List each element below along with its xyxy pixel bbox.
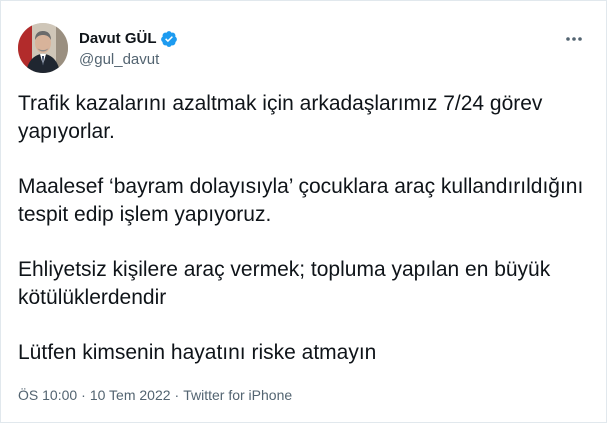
tweet-time[interactable]: ÖS 10:00 bbox=[18, 387, 77, 403]
user-avatar-icon bbox=[18, 23, 68, 73]
tweet-paragraph: Maalesef ‘bayram dolayısıyla’ çocuklara … bbox=[18, 175, 584, 226]
tweet-paragraph: Lütfen kimsenin hayatını riske atmayın bbox=[18, 341, 377, 364]
name-row: Davut GÜL bbox=[79, 29, 178, 49]
tweet-header: Davut GÜL @gul_davut bbox=[18, 23, 590, 75]
user-name-block: Davut GÜL @gul_davut bbox=[79, 29, 178, 70]
tweet-metadata: ÖS 10:00 · 10 Tem 2022 · Twitter for iPhone bbox=[18, 385, 292, 405]
more-options-icon[interactable] bbox=[562, 29, 586, 49]
user-handle[interactable]: @gul_davut bbox=[79, 50, 178, 70]
meta-separator: · bbox=[174, 387, 180, 403]
tweet-card: Davut GÜL @gul_davut Trafik kazalarını a… bbox=[0, 0, 607, 423]
tweet-paragraph: Ehliyetsiz kişilere araç vermek; topluma… bbox=[18, 258, 551, 309]
tweet-date[interactable]: 10 Tem 2022 bbox=[90, 387, 171, 403]
tweet-source[interactable]: Twitter for iPhone bbox=[183, 387, 292, 403]
avatar[interactable] bbox=[18, 23, 68, 73]
tweet-paragraph: Trafik kazalarını azaltmak için arkadaşl… bbox=[18, 92, 543, 143]
display-name[interactable]: Davut GÜL bbox=[79, 29, 157, 49]
tweet-text: Trafik kazalarını azaltmak için arkadaşl… bbox=[18, 90, 593, 367]
verified-badge-icon bbox=[160, 30, 178, 48]
meta-separator: · bbox=[81, 387, 86, 403]
